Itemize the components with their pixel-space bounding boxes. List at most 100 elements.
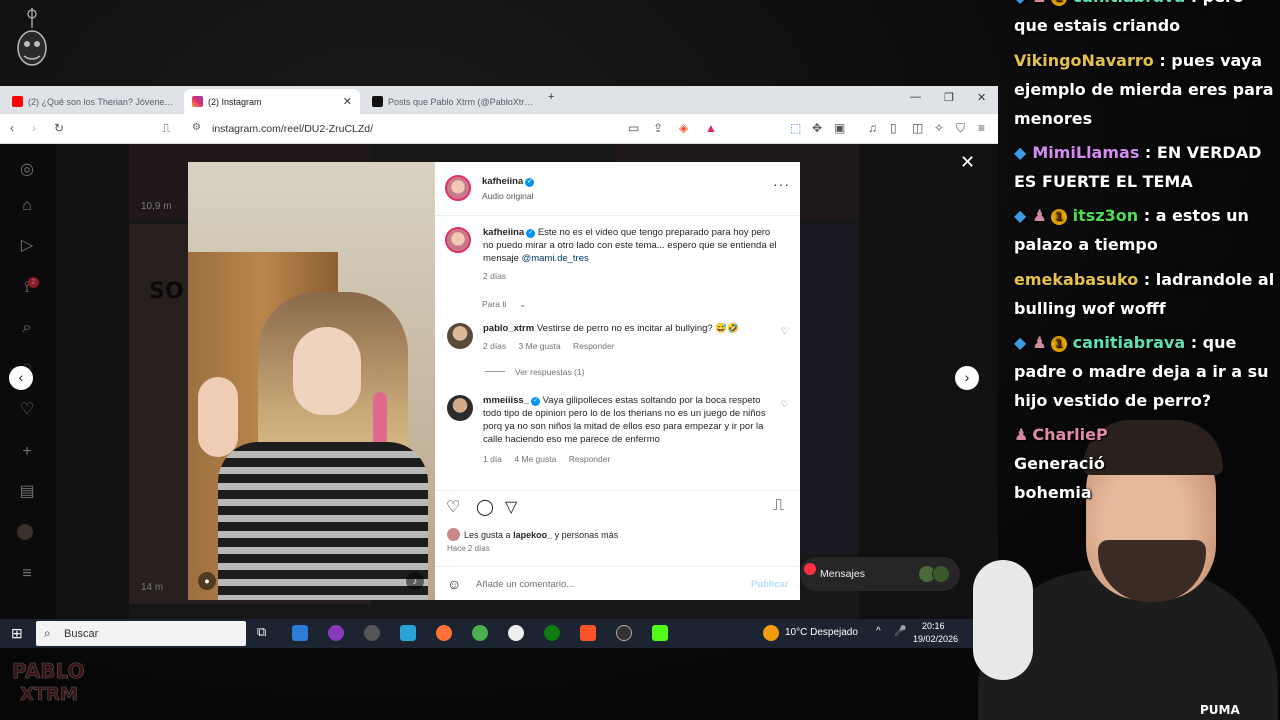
comment-avatar[interactable] [447, 323, 473, 349]
avatar [932, 565, 950, 583]
gift-badge-icon: ♟ [1014, 425, 1029, 444]
firefox-icon[interactable] [436, 625, 452, 641]
tab-youtube[interactable]: (2) ¿Qué son los Therian? Jóvenes que [4, 89, 182, 114]
like-heart-icon[interactable]: ♡ [446, 497, 460, 517]
sidebar-icon[interactable]: ▯ [890, 121, 897, 135]
mute-icon[interactable]: ♪ [406, 572, 424, 590]
microsoft-store-icon[interactable] [292, 625, 308, 641]
liked-by[interactable]: Les gusta a lapekoo_ y personas más [447, 528, 618, 541]
vpn-icon[interactable]: ⛉ [956, 121, 965, 136]
microphone-icon[interactable]: 🎤 [894, 626, 906, 637]
clock-time[interactable]: 20:16 [922, 621, 945, 631]
extensions-puzzle-icon[interactable]: ✥ [812, 121, 822, 135]
cast-icon[interactable]: ▭ [628, 121, 639, 135]
wallet-icon[interactable]: ◫ [912, 121, 923, 135]
menu-icon[interactable]: ≡ [978, 121, 985, 135]
emoji-icon[interactable]: ☺ [447, 576, 461, 592]
site-info-icon[interactable]: ⚙ [192, 122, 201, 133]
reel-video[interactable]: ● ♪ [188, 162, 435, 600]
more-options-icon[interactable]: ··· [773, 176, 790, 192]
forward-icon[interactable]: › [32, 121, 36, 135]
close-icon[interactable]: ✕ [960, 152, 975, 173]
weather-text[interactable]: 10°C Despejado [785, 627, 858, 638]
audio-label[interactable]: Audio original [482, 191, 534, 201]
gift-badge-icon: ♟ [1032, 206, 1047, 225]
taskbar-search[interactable]: ⌕ Buscar [36, 621, 246, 646]
messages-button[interactable]: Mensajes [800, 557, 960, 591]
app-icon[interactable] [364, 625, 380, 641]
comment-avatar[interactable] [447, 395, 473, 421]
reading-list-icon[interactable]: ▣ [834, 121, 845, 135]
comment-icon[interactable]: ◯ [476, 497, 494, 517]
chat-username: VikingoNavarro [1014, 51, 1154, 70]
minimize-icon[interactable]: — [910, 91, 921, 103]
brave-shields-icon[interactable]: ◈ [679, 121, 688, 135]
extension-icon[interactable]: ⬚ [790, 121, 801, 135]
chat-message: ◆♟1canitiabrava : pero que estais criand… [1014, 0, 1276, 40]
chat-message: ◆ ♟ 1 itsz3on : a estos un palazo a tiempo [1014, 201, 1276, 259]
for-you-dropdown[interactable]: Para ti ⌄ [482, 299, 536, 310]
comment-username[interactable]: mmeiiiss_ [483, 395, 529, 406]
publish-button[interactable]: Publicar [751, 579, 789, 590]
close-window-icon[interactable]: ✕ [977, 91, 986, 104]
caption-username[interactable]: kafheiina [483, 227, 524, 238]
reload-icon[interactable]: ↻ [54, 121, 64, 135]
share-icon[interactable]: ⇪ [653, 121, 663, 135]
caption-mention-link[interactable]: @mami.de_tres [522, 253, 589, 264]
tray-chevron-icon[interactable]: ^ [876, 626, 881, 637]
author-avatar[interactable] [445, 175, 471, 201]
app-icon[interactable] [328, 625, 344, 641]
x-icon [372, 96, 383, 107]
xbox-icon[interactable] [544, 625, 560, 641]
comment-username[interactable]: pablo_xtrm [483, 323, 534, 334]
video-scene [293, 327, 361, 415]
task-view-icon[interactable]: ⧉ [257, 624, 266, 640]
chevron-down-icon: ⌄ [518, 299, 527, 309]
tab-instagram[interactable]: (2) Instagram ✕ [184, 89, 360, 114]
svg-text:XTRM: XTRM [20, 684, 78, 705]
comment-likes[interactable]: 4 Me gusta [514, 454, 556, 464]
bookmark-icon[interactable]: ⎍ [162, 121, 170, 136]
user-tags-icon[interactable]: ● [198, 572, 216, 590]
comment-likes[interactable]: 3 Me gusta [519, 341, 561, 351]
previous-arrow-button[interactable]: ‹ [9, 366, 33, 390]
kick-icon[interactable] [652, 625, 668, 641]
close-tab-icon[interactable]: ✕ [343, 95, 352, 108]
liker-avatar [447, 528, 460, 541]
like-comment-icon[interactable]: ♡ [781, 326, 789, 337]
caption-text: kafheiina ✓ Este no es el video que tengo… [483, 226, 783, 265]
media-player-icon[interactable] [508, 625, 524, 641]
chrome-icon[interactable] [472, 625, 488, 641]
add-comment-bar: ☺ Añade un comentario... Publicar [435, 566, 800, 600]
view-replies-button[interactable]: Ver respuestas (1) [485, 367, 584, 377]
video-scene [198, 377, 238, 457]
post-header: kafheiina ✓ Audio original ··· [435, 162, 800, 216]
new-tab-button[interactable]: + [548, 91, 554, 103]
back-icon[interactable]: ‹ [10, 121, 14, 135]
address-bar[interactable]: ⚙ instagram.com/reel/DU2-ZruCLZd/ [186, 118, 606, 140]
restore-icon[interactable]: ❐ [944, 91, 954, 104]
save-bookmark-icon[interactable]: ⎍ [773, 497, 784, 515]
add-comment-input[interactable]: Añade un comentario... [476, 579, 574, 590]
brave-rewards-icon[interactable]: ▲ [705, 121, 717, 135]
reply-button[interactable]: Responder [573, 341, 615, 351]
browser-window: (2) ¿Qué son los Therian? Jóvenes que (2… [0, 86, 998, 620]
chat-username: canitiabrava [1073, 0, 1185, 6]
clock-date[interactable]: 19/02/2026 [913, 634, 958, 644]
windows-start-icon[interactable]: ⊞ [11, 625, 23, 642]
author-username[interactable]: kafheiina ✓ [482, 176, 535, 187]
obs-icon[interactable] [616, 625, 632, 641]
caption-avatar[interactable] [445, 227, 471, 253]
brave-icon[interactable] [580, 625, 596, 641]
tab-strip: (2) ¿Qué son los Therian? Jóvenes que (2… [0, 86, 998, 114]
reply-button[interactable]: Responder [569, 454, 611, 464]
telegram-icon[interactable] [400, 625, 416, 641]
tab-x[interactable]: Posts que Pablo Xtrm (@PabloXtrm) · X [364, 89, 542, 114]
share-send-icon[interactable]: ▽ [505, 497, 517, 517]
instagram-icon [192, 96, 203, 107]
like-comment-icon[interactable]: ♡ [781, 399, 789, 410]
media-icon[interactable]: ♫ [868, 121, 877, 135]
leo-icon[interactable]: ✧ [934, 121, 944, 135]
liked-by-user[interactable]: lapekoo_ [513, 530, 552, 540]
next-arrow-button[interactable]: › [955, 366, 979, 390]
